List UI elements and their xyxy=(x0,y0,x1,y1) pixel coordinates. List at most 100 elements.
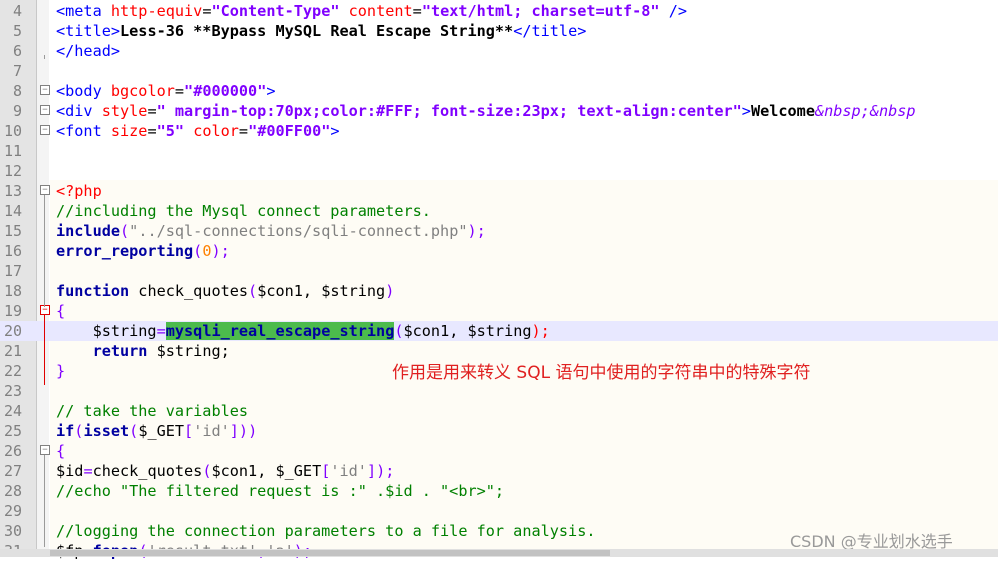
fold-guide-line xyxy=(44,195,45,307)
line-number: 10 xyxy=(3,122,22,140)
code-text: //echo "The filtered request is :" .$id … xyxy=(56,481,504,501)
fold-toggle-icon[interactable]: − xyxy=(40,85,50,95)
code-token: <body xyxy=(56,82,111,100)
code-line[interactable]: 27 $id=check_quotes($con1, $_GET['id']); xyxy=(0,461,998,481)
code-token: ) xyxy=(385,282,395,300)
code-line[interactable]: 18 function check_quotes($con1, $string) xyxy=(0,281,998,301)
code-text: error_reporting(0); xyxy=(56,241,230,261)
line-number: 9 xyxy=(12,102,22,120)
annotation-text: 作用是用来转义 SQL 语句中使用的字符串中的特殊字符 xyxy=(392,363,811,383)
code-token: $string; xyxy=(147,342,230,360)
code-token: ( xyxy=(394,322,404,340)
code-line[interactable]: 28 //echo "The filtered request is :" .$i… xyxy=(0,481,998,501)
code-token: = xyxy=(83,462,93,480)
code-token: $con1, $_GET xyxy=(211,462,322,480)
code-token: $id xyxy=(56,462,84,480)
code-line[interactable]: 9 − <div style=" margin-top:70px;color:#FF… xyxy=(0,101,998,121)
line-number: 4 xyxy=(12,2,22,20)
code-token: = xyxy=(238,122,249,140)
code-token: "#00FF00" xyxy=(248,122,331,140)
code-line[interactable]: 26 −{ xyxy=(0,441,998,461)
code-token: //including the Mysql connect parameters… xyxy=(56,202,431,220)
code-token: 'id' xyxy=(330,462,367,480)
code-token: = xyxy=(174,82,185,100)
code-line[interactable]: 19 −{ xyxy=(0,301,998,321)
code-line[interactable]: 5 <title>Less-36 **Bypass MySQL Real Esca… xyxy=(0,21,998,41)
code-text: <font size="5" color="#00FF00"> xyxy=(56,121,340,141)
line-number: 16 xyxy=(3,242,22,260)
line-number: 27 xyxy=(3,462,22,480)
code-line[interactable]: 14 //including the Mysql connect paramete… xyxy=(0,201,998,221)
code-line[interactable]: 6 </head> xyxy=(0,41,998,61)
fold-toggle-icon[interactable]: − xyxy=(40,445,50,455)
code-token: = xyxy=(156,322,166,340)
code-token: $con1, $string xyxy=(403,322,532,340)
line-number: 22 xyxy=(3,362,22,380)
code-token: ( xyxy=(248,282,258,300)
code-token: = xyxy=(412,2,422,20)
code-token: ); xyxy=(211,242,230,260)
code-token: 'id' xyxy=(193,422,230,440)
code-token: check_quotes xyxy=(92,462,203,480)
code-line[interactable]: 24 // take the variables xyxy=(0,401,998,421)
code-token: &nbsp;&nbsp xyxy=(814,102,916,120)
code-line[interactable]: 16 error_reporting(0); xyxy=(0,241,998,261)
code-token: { xyxy=(56,302,66,320)
code-token: Less-36 **Bypass MySQL Real Escape Strin… xyxy=(120,22,514,40)
code-token: <div xyxy=(56,102,102,120)
code-text: $id=check_quotes($con1, $_GET['id']); xyxy=(56,461,394,481)
fold-guide-line xyxy=(44,55,45,59)
line-number: 11 xyxy=(3,142,22,160)
code-text: //including the Mysql connect parameters… xyxy=(56,201,431,221)
code-token: "Content-Type" xyxy=(211,2,340,20)
code-text: <title>Less-36 **Bypass MySQL Real Escap… xyxy=(56,21,586,41)
code-token: content xyxy=(348,2,413,20)
code-line[interactable]: 8 − <body bgcolor="#000000"> xyxy=(0,81,998,101)
code-text: function check_quotes($con1, $string) xyxy=(56,281,394,301)
code-line[interactable]: 25 if(isset($_GET['id'])) xyxy=(0,421,998,441)
code-line[interactable]: 7 xyxy=(0,61,998,81)
code-line[interactable]: 17 xyxy=(0,261,998,281)
code-line[interactable]: 4 <meta http-equiv = "Content-Type" content… xyxy=(0,1,998,21)
code-token: ); xyxy=(531,322,550,340)
scrollbar-thumb[interactable] xyxy=(50,550,610,556)
code-token: ]); xyxy=(366,462,395,480)
code-token: /> xyxy=(659,2,687,20)
code-text: if(isset($_GET['id'])) xyxy=(56,421,257,441)
code-text: return $string; xyxy=(56,341,230,361)
code-line[interactable]: 29 xyxy=(0,501,998,521)
code-line[interactable]: 23 xyxy=(0,381,998,401)
line-number: 26 xyxy=(3,442,22,460)
code-line[interactable]: 20 $string=mysqli_real_escape_string($co… xyxy=(0,321,998,341)
line-number: 20 xyxy=(3,322,22,340)
code-line[interactable]: 11 xyxy=(0,141,998,161)
line-number: 15 xyxy=(3,222,22,240)
fold-toggle-icon[interactable]: − xyxy=(40,105,50,115)
code-token: ( xyxy=(129,422,139,440)
code-token: // take the variables xyxy=(56,402,249,420)
line-number: 18 xyxy=(3,282,22,300)
code-line[interactable]: 10− <font size="5" color="#00FF00"> xyxy=(0,121,998,141)
fold-toggle-icon[interactable]: − xyxy=(40,305,50,315)
code-token: = xyxy=(147,102,157,120)
code-token: Welcome xyxy=(750,102,815,120)
code-token: http-equiv xyxy=(110,2,203,20)
fold-toggle-icon[interactable]: − xyxy=(40,185,50,195)
code-token: ( xyxy=(193,242,203,260)
code-token: if xyxy=(56,422,75,440)
code-line[interactable]: 12 xyxy=(0,161,998,181)
code-token: bgcolor xyxy=(110,82,175,100)
code-line[interactable]: 15 include("../sql-connections/sqli-conne… xyxy=(0,221,998,241)
code-token: style xyxy=(101,102,148,120)
code-token: error_reporting xyxy=(56,242,194,260)
code-text: { xyxy=(56,441,65,461)
line-number: 6 xyxy=(12,42,22,60)
line-number: 14 xyxy=(3,202,22,220)
code-token: </head> xyxy=(56,42,121,60)
code-token: size xyxy=(110,122,148,140)
fold-toggle-icon[interactable]: − xyxy=(40,125,50,135)
line-number: 8 xyxy=(12,82,22,100)
code-token: $con1, $string xyxy=(257,282,386,300)
code-line[interactable]: 13 − <?php xyxy=(0,181,998,201)
